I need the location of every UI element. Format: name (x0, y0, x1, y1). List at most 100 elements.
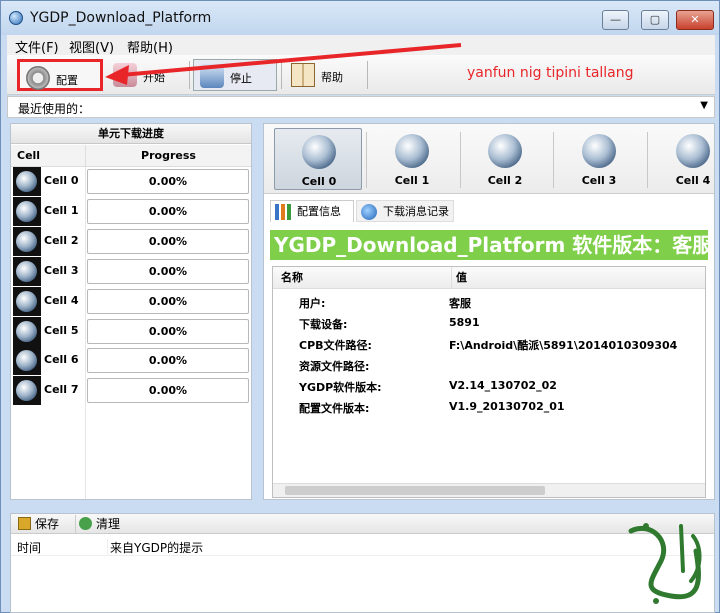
stop-label: 停止 (230, 72, 252, 85)
cell-row[interactable]: Cell 2 0.00% (11, 227, 251, 256)
window-title: YGDP_Download_Platform (30, 10, 212, 26)
book-icon (291, 63, 315, 87)
panel-title: 单元下载进度 (11, 124, 251, 144)
recent-label: 最近使用的： (18, 102, 91, 116)
close-button[interactable]: ✕ (676, 10, 714, 30)
cell-name: Cell 1 (44, 204, 79, 217)
row-value: 5891 (449, 316, 480, 329)
tab-download-log[interactable]: 下载消息记录 (356, 200, 454, 222)
menu-view[interactable]: 视图(V) (69, 37, 114, 56)
tab-label: 下载消息记录 (383, 205, 449, 218)
bar-chart-icon (275, 204, 291, 220)
cell-name: Cell 4 (44, 294, 79, 307)
globe-icon (13, 227, 41, 256)
save-label: 保存 (35, 517, 60, 531)
toolbar-separator (281, 61, 282, 89)
table-row: CPB文件路径: F:\Android\酷派\5891\201401030930… (273, 333, 705, 354)
globe-icon (361, 204, 377, 220)
stop-icon (200, 64, 224, 88)
config-info-table: 名称 值 用户: 客服 下载设备: 5891 CPB文件路径: F:\Andro… (272, 266, 706, 498)
cell-button-1[interactable]: Cell 1 (368, 128, 456, 190)
cell-row[interactable]: Cell 0 0.00% (11, 167, 251, 196)
clean-label: 清理 (96, 517, 121, 531)
row-value: 客服 (449, 297, 471, 310)
cell-button-label: Cell 4 (675, 174, 711, 187)
start-icon (113, 63, 137, 87)
horizontal-scrollbar[interactable] (273, 483, 705, 497)
recent-dropdown[interactable]: 最近使用的： ▼ (7, 96, 715, 118)
cell-progress: 0.00% (87, 259, 249, 284)
menu-file[interactable]: 文件(F) (15, 37, 59, 56)
globe-icon (488, 134, 522, 168)
table-row: 配置文件版本: V1.9_20130702_01 (273, 396, 705, 417)
cell-row[interactable]: Cell 3 0.00% (11, 257, 251, 286)
save-icon (18, 517, 31, 530)
globe-icon (582, 134, 616, 168)
table-row: 用户: 客服 (273, 291, 705, 312)
minimize-button[interactable]: — (602, 10, 629, 30)
menu-help[interactable]: 帮助(H) (127, 37, 173, 56)
cell-progress: 0.00% (87, 289, 249, 314)
cell-progress: 0.00% (87, 319, 249, 344)
log-panel: 保存 清理 时间 来自YGDP的提示 (10, 513, 715, 613)
help-button[interactable]: 帮助 (285, 59, 365, 91)
cell-row[interactable]: Cell 1 0.00% (11, 197, 251, 226)
toolbar-separator (367, 61, 368, 89)
cell-name: Cell 7 (44, 383, 79, 396)
config-label: 配置 (56, 74, 78, 87)
cell-button-label: Cell 1 (394, 174, 430, 187)
cell-button-2[interactable]: Cell 2 (461, 128, 549, 190)
globe-icon (676, 134, 710, 168)
column-header-name: 名称 (281, 271, 303, 284)
cell-row[interactable]: Cell 6 0.00% (11, 346, 251, 375)
cell-button-3[interactable]: Cell 3 (555, 128, 643, 190)
chevron-down-icon[interactable]: ▼ (700, 100, 708, 111)
cell-button-label: Cell 0 (301, 175, 337, 188)
cell-button-4[interactable]: Cell 4 (649, 128, 714, 190)
cell-row[interactable]: Cell 4 0.00% (11, 287, 251, 316)
cell-name: Cell 0 (44, 174, 79, 187)
cell-name: Cell 3 (44, 264, 79, 277)
save-button[interactable]: 保存 (15, 515, 71, 533)
cell-row[interactable]: Cell 7 0.00% (11, 376, 251, 405)
globe-icon (302, 135, 336, 169)
scrollbar-thumb[interactable] (285, 486, 545, 495)
start-button[interactable]: 开始 (107, 59, 187, 91)
cell-button-0[interactable]: Cell 0 (274, 128, 362, 190)
tab-config-info[interactable]: 配置信息 (270, 200, 354, 222)
cell-name: Cell 6 (44, 353, 79, 366)
separator (647, 132, 648, 188)
row-key: 下载设备: (299, 318, 348, 331)
separator (366, 132, 367, 188)
config-button[interactable]: 配置 (17, 59, 103, 91)
cell-progress: 0.00% (87, 229, 249, 254)
clean-button[interactable]: 清理 (75, 515, 131, 533)
column-header-time: 时间 (17, 541, 42, 555)
row-key: 用户: (299, 297, 326, 310)
detail-panel: Cell 0 Cell 1 Cell 2 Cell 3 Cell 4 配置信息 … (263, 123, 715, 500)
stop-button[interactable]: 停止 (193, 59, 277, 91)
cell-name: Cell 2 (44, 234, 79, 247)
table-row: 下载设备: 5891 (273, 312, 705, 333)
row-value: F:\Android\酷派\5891\2014010309304 (449, 339, 678, 352)
table-row: YGDP软件版本: V2.14_130702_02 (273, 375, 705, 396)
table-row: 资源文件路径: (273, 354, 705, 375)
column-header-message: 来自YGDP的提示 (107, 539, 203, 556)
column-header-cell: Cell (11, 145, 85, 167)
row-value: V1.9_20130702_01 (449, 400, 565, 413)
cell-progress: 0.00% (87, 169, 249, 194)
detail-tabs: 配置信息 下载消息记录 (264, 200, 714, 222)
cell-progress-panel: 单元下载进度 Cell Progress Cell 0 0.00% Cell 1… (10, 123, 252, 500)
title-bar: YGDP_Download_Platform — ▢ ✕ (1, 1, 719, 35)
globe-icon (13, 257, 41, 286)
row-key: CPB文件路径: (299, 339, 372, 352)
maximize-button[interactable]: ▢ (641, 10, 669, 30)
version-banner: YGDP_Download_Platform 软件版本：客服 (270, 230, 708, 260)
gear-icon (26, 66, 50, 90)
cell-row[interactable]: Cell 5 0.00% (11, 317, 251, 346)
recycle-icon (79, 517, 92, 530)
log-toolbar: 保存 清理 (11, 514, 714, 534)
globe-icon (13, 346, 41, 375)
table-header: 名称 值 (273, 267, 705, 289)
row-key: YGDP软件版本: (299, 381, 382, 394)
